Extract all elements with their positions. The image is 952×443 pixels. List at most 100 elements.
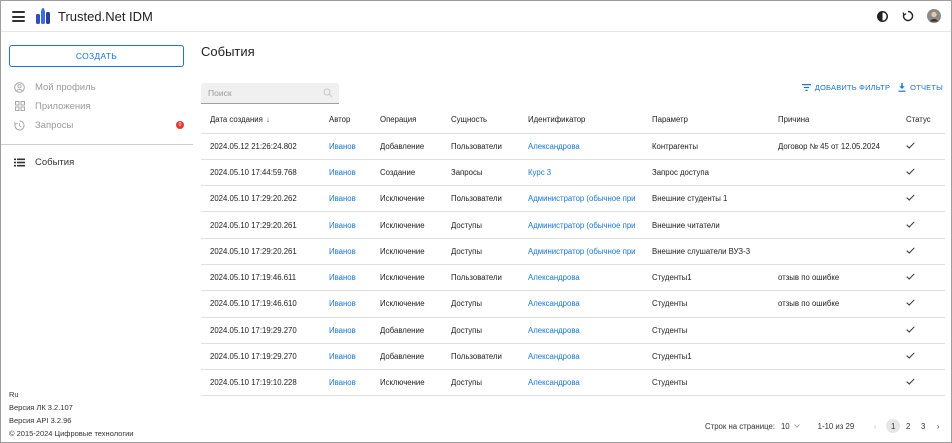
cell-entity: Доступы [442, 317, 519, 344]
table-row[interactable]: 2024.05.10 17:19:29.270 Иванов Добавление П… [201, 343, 945, 371]
cell-author-link[interactable]: Иванов [320, 185, 371, 213]
sidebar-item-label: События [35, 156, 75, 168]
column-header-status[interactable]: Статус [897, 106, 945, 134]
page-button-1[interactable]: 1 [886, 419, 901, 433]
cell-status [897, 290, 945, 318]
table-row[interactable]: 2024.05.10 17:19:46.611 Иванов Исключение П… [201, 264, 945, 292]
search-input[interactable] [201, 83, 319, 103]
sidebar-footer: Ru Версия ЛК 3.2.107 Версия API 3.2.96 ©… [9, 388, 133, 440]
table-row[interactable]: 2024.05.10 17:29:20.261 Иванов Исключение Д… [201, 238, 945, 265]
table-row[interactable]: 2024.05.10 17:19:10.228 Иванов Исключение Д… [201, 369, 945, 397]
cell-author-link[interactable]: Иванов [320, 369, 371, 397]
menu-icon[interactable] [12, 11, 25, 22]
cell-author-link[interactable]: Иванов [320, 159, 371, 187]
column-header-identifier[interactable]: Идентификатор [519, 106, 643, 134]
cell-identifier-link[interactable]: Александрова [519, 290, 643, 318]
check-icon [906, 194, 915, 201]
cell-identifier-link[interactable]: Администратор (обычное при [519, 211, 643, 239]
next-page-button[interactable]: › [931, 419, 945, 433]
sidebar-divider [1, 144, 193, 145]
cell-operation: Добавление [371, 343, 442, 371]
sidebar-item-events[interactable]: События [14, 155, 186, 169]
table-body: 2024.05.12 21:26:24.802 Иванов Добавление П… [201, 133, 945, 397]
cell-entity: Пользователи [442, 264, 519, 292]
cell-entity: Доступы [442, 238, 519, 265]
search-field[interactable] [201, 83, 339, 104]
filter-icon [801, 84, 811, 91]
cell-identifier-link[interactable]: Администратор (обычное при [519, 185, 643, 213]
language-switch[interactable]: Ru [9, 388, 133, 401]
cell-identifier-link[interactable]: Александрова [519, 317, 643, 344]
page-button-3[interactable]: 3 [916, 419, 930, 433]
page-range-label: 1-10 из 29 [817, 421, 855, 431]
table-row[interactable]: 2024.05.10 17:29:20.262 Иванов Исключение П… [201, 185, 945, 213]
page-title: События [201, 44, 255, 59]
avatar[interactable] [927, 9, 941, 23]
create-button[interactable]: СОЗДАТЬ [9, 45, 184, 67]
copyright: © 2015-2024 Цифровые технологии [9, 429, 134, 438]
cell-author-link[interactable]: Иванов [320, 211, 371, 239]
logout-icon[interactable] [901, 9, 915, 23]
cell-author-link[interactable]: Иванов [320, 290, 371, 318]
pagination: Строк на странице: 10 1-10 из 29 ‹ 1 2 3… [705, 419, 947, 433]
column-header-parameter[interactable]: Параметр [643, 106, 769, 134]
add-filter-label: ДОБАВИТЬ ФИЛЬТР [814, 83, 891, 92]
page-button-2[interactable]: 2 [901, 419, 915, 433]
cell-identifier-link[interactable]: Курс 3 [519, 159, 643, 187]
cell-status [897, 238, 945, 265]
apps-grid-icon [14, 101, 25, 112]
cell-parameter: Внешние слушатели ВУЗ-3 [643, 238, 769, 265]
table-row[interactable]: 2024.05.10 17:44:59.768 Иванов Создание Зап… [201, 159, 945, 187]
prev-page-button[interactable]: ‹ [868, 419, 882, 433]
download-icon [898, 83, 906, 92]
cell-identifier-link[interactable]: Александрова [519, 343, 643, 371]
table-row[interactable]: 2024.05.10 17:19:46.610 Иванов Исключение Д… [201, 290, 945, 318]
sidebar-item-profile[interactable]: Мой профиль [14, 80, 186, 94]
column-header-reason[interactable]: Причина [769, 106, 897, 134]
cell-date: 2024.05.10 17:29:20.261 [201, 211, 320, 239]
column-header-entity[interactable]: Сущность [442, 106, 519, 134]
search-icon [323, 88, 333, 98]
cell-identifier-link[interactable]: Администратор (обычное при [519, 238, 643, 265]
cell-author-link[interactable]: Иванов [320, 133, 371, 160]
column-header-author[interactable]: Автор [320, 106, 371, 134]
reports-button[interactable]: ОТЧЕТЫ [898, 83, 943, 92]
cell-author-link[interactable]: Иванов [320, 317, 371, 344]
cell-operation: Исключение [371, 290, 442, 318]
add-filter-button[interactable]: ДОБАВИТЬ ФИЛЬТР [801, 83, 891, 92]
top-actions [875, 9, 941, 23]
sort-arrow-down-icon[interactable]: ↓ [266, 115, 270, 124]
sidebar-item-label: Приложения [35, 100, 91, 112]
cell-status [897, 264, 945, 292]
cell-status [897, 211, 945, 239]
column-header-date[interactable]: Дата создания ↓ [201, 106, 320, 134]
cell-identifier-link[interactable]: Александрова [519, 264, 643, 292]
sidebar-item-apps[interactable]: Приложения [14, 99, 186, 113]
cell-author-link[interactable]: Иванов [320, 238, 371, 265]
cell-identifier-link[interactable]: Александрова [519, 369, 643, 397]
cell-reason [769, 238, 897, 265]
sidebar-item-requests[interactable]: Запросы 0 [14, 118, 186, 132]
sidebar-item-label: Запросы [35, 119, 74, 131]
column-header-operation[interactable]: Операция [371, 106, 442, 134]
version-api: Версия API 3.2.96 [9, 416, 72, 425]
cell-operation: Добавление [371, 133, 442, 160]
cell-operation: Создание [371, 159, 442, 187]
cell-identifier-link[interactable]: Александрова [519, 133, 643, 160]
top-bar: Trusted.Net IDM [1, 1, 951, 32]
table-row[interactable]: 2024.05.10 17:19:29.270 Иванов Добавление Д… [201, 317, 945, 344]
cell-author-link[interactable]: Иванов [320, 343, 371, 371]
requests-badge: 0 [176, 121, 184, 129]
cell-parameter: Студенты [643, 317, 769, 344]
cell-parameter: Запрос доступа [643, 159, 769, 187]
table-row[interactable]: 2024.05.12 21:26:24.802 Иванов Добавление П… [201, 133, 945, 160]
version-lk: Версия ЛК 3.2.107 [9, 403, 73, 412]
cell-status [897, 317, 945, 344]
table-row[interactable]: 2024.05.10 17:29:20.261 Иванов Исключение Д… [201, 211, 945, 239]
cell-date: 2024.05.10 17:19:10.228 [201, 369, 320, 397]
theme-toggle-icon[interactable] [875, 9, 889, 23]
rows-per-page-select[interactable]: 10 [781, 422, 800, 431]
cell-author-link[interactable]: Иванов [320, 264, 371, 292]
cell-reason [769, 211, 897, 239]
cell-date: 2024.05.10 17:19:29.270 [201, 317, 320, 344]
